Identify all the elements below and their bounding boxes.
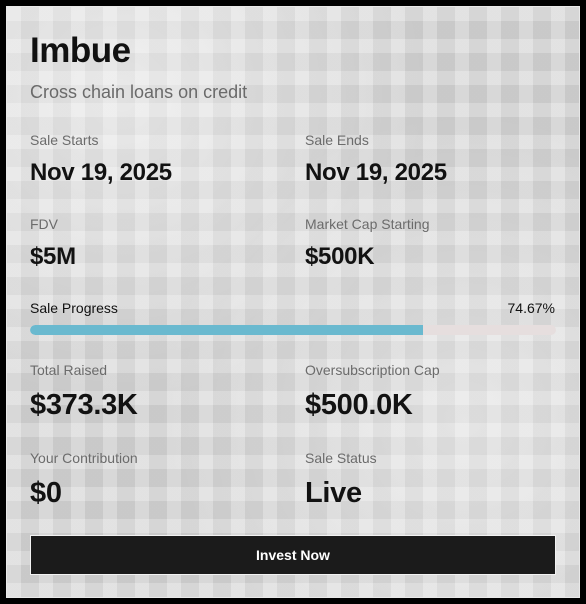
invest-now-button[interactable]: Invest Now [30, 535, 556, 575]
sale-starts-value: Nov 19, 2025 [30, 159, 172, 186]
sale-ends-value: Nov 19, 2025 [305, 159, 447, 186]
your-contribution-value: $0 [30, 477, 62, 509]
market-cap-value: $500K [305, 243, 375, 270]
oversubscription-cap-label: Oversubscription Cap [305, 362, 440, 378]
sale-status-label: Sale Status [305, 450, 377, 466]
sale-progress-fill [30, 325, 423, 335]
oversubscription-cap-value: $500.0K [305, 389, 413, 421]
sale-ends-label: Sale Ends [305, 132, 369, 148]
sale-status-value: Live [305, 477, 362, 509]
sale-progress-percent: 74.67% [507, 300, 555, 316]
sale-card: Imbue Cross chain loans on credit Sale S… [6, 6, 580, 598]
fdv-value: $5M [30, 243, 76, 270]
total-raised-value: $373.3K [30, 389, 138, 421]
sale-progress-label: Sale Progress [30, 300, 118, 316]
fdv-label: FDV [30, 216, 58, 232]
sale-starts-label: Sale Starts [30, 132, 99, 148]
your-contribution-label: Your Contribution [30, 450, 138, 466]
project-tagline: Cross chain loans on credit [30, 82, 248, 102]
project-title: Imbue [30, 31, 131, 70]
market-cap-label: Market Cap Starting [305, 216, 430, 232]
sale-progress-bar [30, 325, 556, 335]
total-raised-label: Total Raised [30, 362, 108, 378]
